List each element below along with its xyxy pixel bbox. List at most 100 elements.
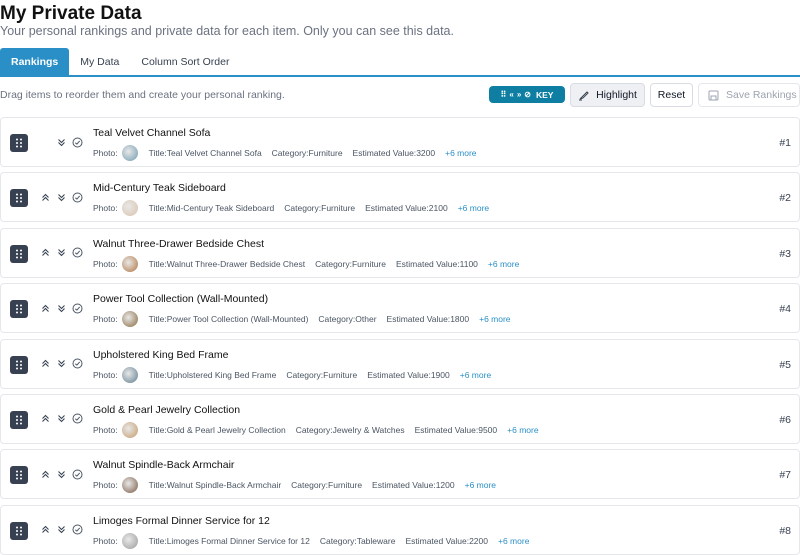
item-photo[interactable] <box>121 200 138 217</box>
item-photo[interactable] <box>121 421 138 438</box>
more-fields-link[interactable]: +6 more <box>458 203 489 213</box>
more-fields-link[interactable]: +6 more <box>498 536 529 546</box>
item-meta-title: Title:Upholstered King Bed Frame <box>149 370 277 380</box>
move-to-bottom-button[interactable] <box>55 524 67 536</box>
mark-item-button[interactable] <box>71 358 83 370</box>
drag-handle[interactable] <box>10 244 28 263</box>
item-photo[interactable] <box>121 532 138 549</box>
title-label: Title: <box>148 369 167 380</box>
category-label: Category: <box>271 148 309 158</box>
ranking-row[interactable]: Limoges Formal Dinner Service for 12 Pho… <box>0 504 800 555</box>
check-circle-icon <box>72 303 82 314</box>
move-to-top-button[interactable] <box>39 524 51 536</box>
title-label: Title: <box>148 314 167 325</box>
more-fields-link[interactable]: +6 more <box>507 425 538 435</box>
item-meta-title: Title:Gold & Pearl Jewelry Collection <box>149 425 286 435</box>
item-title: Limoges Formal Dinner Service for 12 <box>93 514 270 527</box>
photo-label: Photo: <box>93 535 118 546</box>
ranking-row[interactable]: Upholstered King Bed Frame Photo: Title:… <box>0 338 800 389</box>
more-fields-link[interactable]: +6 more <box>460 370 491 380</box>
estimated-value: 1900 <box>430 369 450 380</box>
item-photo[interactable] <box>121 145 138 161</box>
save-rankings-button[interactable]: Save Rankings <box>698 83 800 107</box>
item-meta-title: Title:Mid-Century Teak Sideboard <box>149 203 275 213</box>
highlight-button[interactable]: Highlight <box>570 83 645 107</box>
drag-handle-icon <box>16 138 22 148</box>
item-meta: Photo: Title:Power Tool Collection (Wall… <box>93 311 511 328</box>
double-chevron-down-icon <box>57 138 65 146</box>
move-to-top-button[interactable] <box>39 191 51 203</box>
mark-item-button[interactable] <box>71 302 83 314</box>
drag-handle[interactable] <box>10 355 28 374</box>
ranking-row[interactable]: Teal Velvet Channel Sofa Photo: Title:Te… <box>0 117 800 167</box>
mark-item-button[interactable] <box>71 136 83 148</box>
item-meta-title: Title:Walnut Spindle-Back Armchair <box>149 480 282 490</box>
move-to-bottom-button[interactable] <box>55 468 67 480</box>
move-to-top-button[interactable] <box>39 358 51 370</box>
move-to-top-button[interactable] <box>39 247 51 259</box>
move-to-bottom-button[interactable] <box>55 413 67 425</box>
drag-handle[interactable] <box>10 521 28 540</box>
item-photo[interactable] <box>121 366 138 383</box>
move-to-bottom-button[interactable] <box>55 302 67 314</box>
move-to-top-button[interactable] <box>39 468 51 480</box>
save-rankings-label: Save Rankings <box>726 89 797 101</box>
drag-handle[interactable] <box>10 466 28 485</box>
rank-number: #8 <box>779 524 791 537</box>
item-meta-title: Title:Power Tool Collection (Wall-Mounte… <box>149 314 309 324</box>
item-photo[interactable] <box>121 255 138 272</box>
rank-number: #1 <box>779 137 791 149</box>
item-meta-category: Category:Jewelry & Watches <box>296 425 405 435</box>
mark-item-button[interactable] <box>71 191 83 203</box>
ranking-row[interactable]: Walnut Three-Drawer Bedside Chest Photo:… <box>0 227 800 278</box>
value-label: Estimated Value: <box>372 480 436 491</box>
ranking-row[interactable]: Mid-Century Teak Sideboard Photo: Title:… <box>0 172 800 223</box>
more-fields-link[interactable]: +6 more <box>479 314 510 324</box>
photo-label: Photo: <box>93 480 118 491</box>
highlight-label: Highlight <box>596 89 637 101</box>
drag-handle[interactable] <box>10 300 28 319</box>
move-to-bottom-button[interactable] <box>55 247 67 259</box>
mark-item-button[interactable] <box>71 247 83 259</box>
ranking-row[interactable]: Gold & Pearl Jewelry Collection Photo: T… <box>0 393 800 444</box>
tab-column-sort-order[interactable]: Column Sort Order <box>130 48 240 76</box>
ranking-row[interactable]: Walnut Spindle-Back Armchair Photo: Titl… <box>0 449 800 500</box>
item-meta-value: Estimated Value:1100 <box>396 259 478 269</box>
more-fields-link[interactable]: +6 more <box>445 148 476 158</box>
mark-item-button[interactable] <box>71 413 83 425</box>
tab-my-data[interactable]: My Data <box>69 48 130 76</box>
move-to-top-button[interactable] <box>39 413 51 425</box>
ranking-row[interactable]: Power Tool Collection (Wall-Mounted) Pho… <box>0 283 800 334</box>
move-to-top-button[interactable] <box>39 302 51 314</box>
rank-number: #3 <box>779 247 791 260</box>
title-value: Gold & Pearl Jewelry Collection <box>166 424 286 435</box>
category-label: Category: <box>291 480 329 491</box>
drag-handle-icon <box>16 470 22 480</box>
item-meta-title: Title:Limoges Formal Dinner Service for … <box>149 536 310 546</box>
reset-button[interactable]: Reset <box>650 83 693 107</box>
more-fields-link[interactable]: +6 more <box>488 259 519 269</box>
double-chevron-down-icon <box>57 470 65 479</box>
move-to-bottom-button[interactable] <box>55 358 67 370</box>
more-fields-link[interactable]: +6 more <box>465 480 496 490</box>
item-title: Gold & Pearl Jewelry Collection <box>93 403 241 416</box>
page-subtitle: Your personal rankings and private data … <box>0 24 454 38</box>
move-to-bottom-button[interactable] <box>55 136 67 148</box>
key-badge[interactable]: ⠿ « » ⊘ KEY <box>489 86 565 103</box>
double-chevron-down-icon <box>57 249 65 257</box>
mark-item-button[interactable] <box>71 524 83 536</box>
estimated-value: 1800 <box>450 314 470 325</box>
item-photo[interactable] <box>121 311 138 328</box>
double-chevron-up-icon: « <box>509 89 514 99</box>
mark-item-button[interactable] <box>71 468 83 480</box>
item-meta-value: Estimated Value:2200 <box>405 536 488 546</box>
drag-handle[interactable] <box>10 189 28 208</box>
item-photo[interactable] <box>121 477 138 494</box>
move-to-bottom-button[interactable] <box>55 191 67 203</box>
double-chevron-down-icon <box>57 194 65 202</box>
drag-handle[interactable] <box>10 134 28 152</box>
item-meta-category: Category:Furniture <box>284 203 355 213</box>
tab-rankings[interactable]: Rankings <box>0 48 70 76</box>
drag-handle[interactable] <box>10 410 28 429</box>
item-meta-title: Title:Teal Velvet Channel Sofa <box>149 148 262 158</box>
